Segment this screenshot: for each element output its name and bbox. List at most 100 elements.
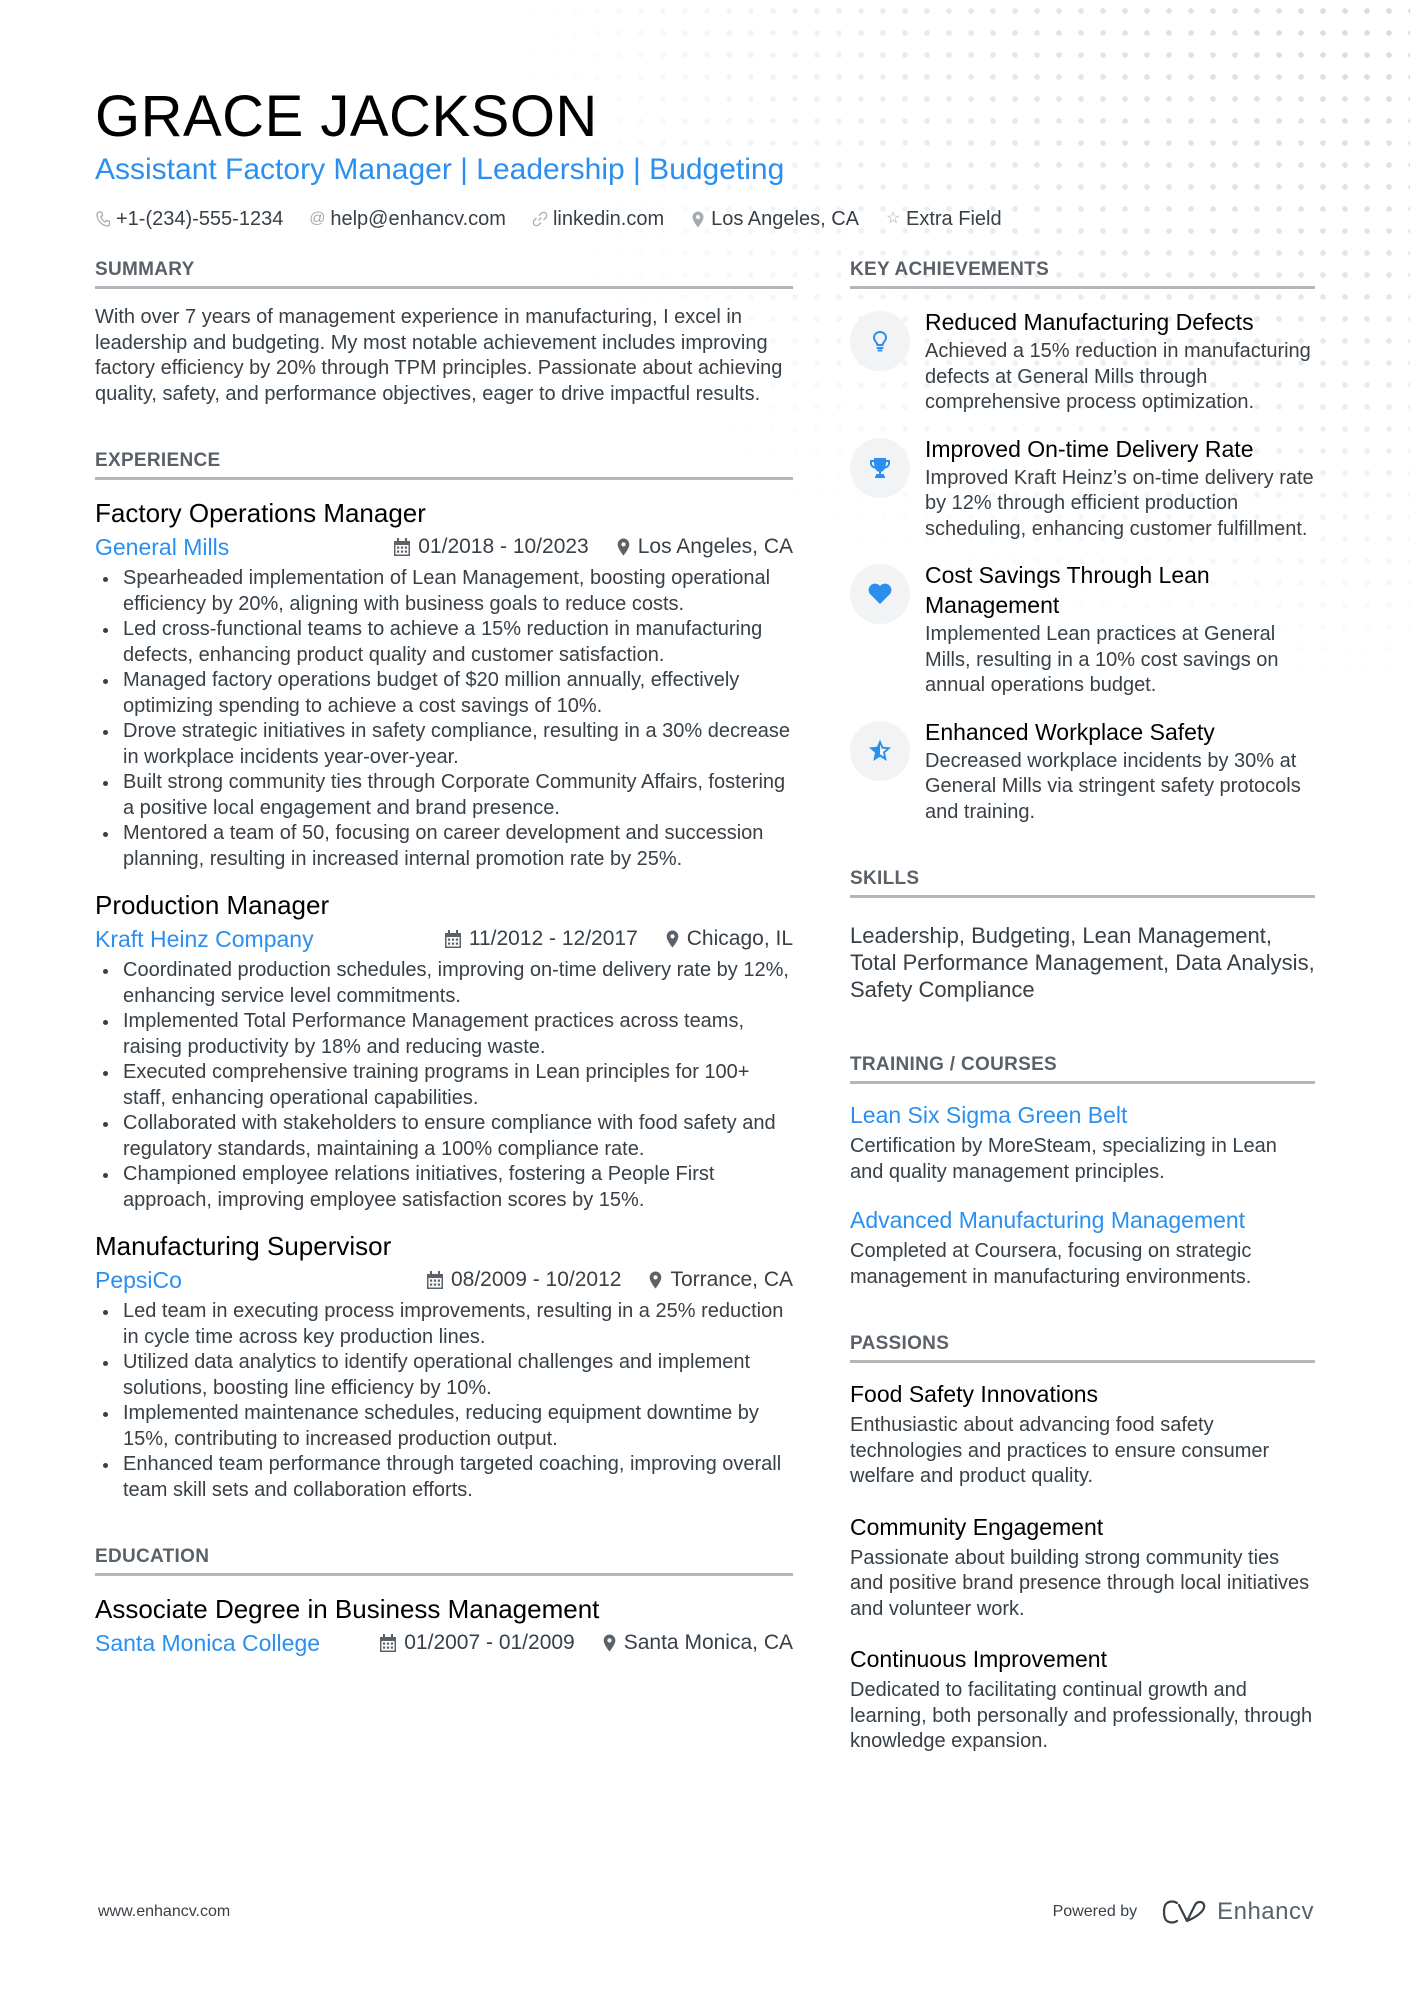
training-section: TRAINING / COURSES Lean Six Sigma Green …	[850, 1053, 1315, 1290]
job-title: Manufacturing Supervisor	[95, 1231, 392, 1261]
job-dates: 08/2009 - 10/2012	[426, 1268, 622, 1292]
heart-icon	[850, 564, 910, 624]
bullet-item: Championed employee relations initiative…	[95, 1162, 793, 1213]
achievement-title: Cost Savings Through Lean Management	[925, 562, 1210, 618]
bullet-item: Drove strategic initiatives in safety co…	[95, 719, 793, 770]
job-location: Los Angeles, CA	[617, 535, 793, 559]
passion-item: Community Engagement Passionate about bu…	[850, 1512, 1315, 1623]
achievement-item: Cost Savings Through Lean Management Imp…	[850, 560, 1315, 699]
skills-heading: SKILLS	[850, 867, 1315, 898]
education-section: EDUCATION Associate Degree in Business M…	[95, 1545, 793, 1658]
achievement-title: Enhanced Workplace Safety	[925, 718, 1215, 745]
contact-linkedin-text: linkedin.com	[552, 208, 665, 230]
company-name[interactable]: General Mills	[95, 532, 229, 562]
location-icon	[617, 538, 630, 556]
course-item: Lean Six Sigma Green Belt Certification …	[850, 1100, 1315, 1185]
company-name[interactable]: Kraft Heinz Company	[95, 924, 314, 954]
bullet-item: Enhanced team performance through target…	[95, 1452, 793, 1503]
summary-section: SUMMARY With over 7 years of management …	[95, 258, 793, 407]
at-icon: @	[309, 210, 326, 227]
summary-heading: SUMMARY	[95, 258, 793, 289]
achievement-desc: Achieved a 15% reduction in manufacturin…	[925, 340, 1311, 413]
contact-phone[interactable]: +1-(234)-555-1234	[95, 206, 283, 232]
course-item: Advanced Manufacturing Management Comple…	[850, 1205, 1315, 1290]
passion-desc: Enthusiastic about advancing food safety…	[850, 1414, 1270, 1487]
brand-name: Enhancv	[1217, 1898, 1314, 1925]
job-dates: 11/2012 - 12/2017	[444, 927, 638, 951]
achievement-item: Enhanced Workplace Safety Decreased work…	[850, 717, 1315, 826]
passion-title: Community Engagement	[850, 1513, 1104, 1540]
left-column: SUMMARY With over 7 years of management …	[95, 258, 793, 1658]
contact-email-text: help@enhancv.com	[330, 208, 506, 230]
degree-title: Associate Degree in Business Management	[95, 1594, 600, 1624]
job-location: Chicago, IL	[666, 927, 793, 951]
bullet-item: Utilized data analytics to identify oper…	[95, 1350, 793, 1401]
job-title: Factory Operations Manager	[95, 498, 426, 528]
location-icon	[603, 1634, 616, 1652]
bullet-item: Collaborated with stakeholders to ensure…	[95, 1111, 793, 1162]
calendar-icon	[444, 930, 461, 948]
passion-desc: Dedicated to facilitating continual grow…	[850, 1679, 1313, 1752]
powered-by-label: Powered by	[1052, 1903, 1138, 1920]
course-desc: Completed at Coursera, focusing on strat…	[850, 1240, 1252, 1288]
bullet-item: Managed factory operations budget of $20…	[95, 668, 793, 719]
experience-section: EXPERIENCE Factory Operations Manager Ge…	[95, 449, 793, 1503]
link-icon	[532, 211, 548, 227]
calendar-icon	[426, 1271, 443, 1289]
job-location: Torrance, CA	[649, 1268, 793, 1292]
contact-location: Los Angeles, CA	[690, 206, 859, 232]
education-location-text: Santa Monica, CA	[623, 1631, 793, 1654]
contact-extra: ☆ Extra Field	[885, 206, 1002, 232]
calendar-icon	[394, 538, 411, 556]
footer-website[interactable]: www.enhancv.com	[98, 1903, 230, 1921]
phone-icon	[95, 211, 111, 227]
experience-heading: EXPERIENCE	[95, 449, 793, 480]
job-dates: 01/2018 - 10/2023	[394, 535, 589, 559]
achievement-title: Improved On-time Delivery Rate	[925, 435, 1254, 462]
achievement-desc: Decreased workplace incidents by 30% at …	[925, 749, 1301, 823]
page-footer: www.enhancv.com Powered by Enhancv	[98, 1898, 1314, 1926]
job-dates-text: 08/2009 - 10/2012	[450, 1268, 622, 1291]
trophy-icon	[850, 437, 910, 498]
training-heading: TRAINING / COURSES	[850, 1053, 1315, 1084]
bullet-item: Led team in executing process improvemen…	[95, 1299, 793, 1350]
bullet-item: Built strong community ties through Corp…	[95, 770, 793, 821]
enhancv-logo[interactable]: Enhancv	[1161, 1898, 1314, 1926]
passions-heading: PASSIONS	[850, 1332, 1315, 1363]
achievement-item: Reduced Manufacturing Defects Achieved a…	[850, 307, 1315, 416]
star-icon	[850, 720, 910, 781]
contact-list: +1-(234)-555-1234 @ help@enhancv.com lin…	[95, 206, 1315, 232]
candidate-name: GRACE JACKSON	[95, 84, 598, 149]
resume-header: GRACE JACKSON Assistant Factory Manager …	[95, 86, 1315, 232]
education-dates: 01/2007 - 01/2009	[380, 1631, 575, 1655]
bullet-item: Implemented Total Performance Management…	[95, 1009, 793, 1060]
job-meta: PepsiCo 08/2009 - 10/2012 Torrance, CA	[95, 1265, 793, 1295]
powered-by: Powered by Enhancv	[1053, 1898, 1314, 1926]
contact-location-text: Los Angeles, CA	[711, 208, 859, 230]
job-location-text: Los Angeles, CA	[637, 535, 793, 558]
job-location-text: Torrance, CA	[670, 1268, 793, 1291]
education-dates-text: 01/2007 - 01/2009	[404, 1631, 575, 1654]
passion-item: Food Safety Innovations Enthusiastic abo…	[850, 1379, 1315, 1490]
passion-title: Food Safety Innovations	[850, 1381, 1099, 1407]
enhancv-logo-icon	[1162, 1900, 1206, 1924]
company-name[interactable]: PepsiCo	[95, 1265, 182, 1295]
job-dates-text: 11/2012 - 12/2017	[468, 927, 638, 950]
bullet-item: Executed comprehensive training programs…	[95, 1060, 793, 1111]
contact-linkedin[interactable]: linkedin.com	[532, 206, 664, 232]
bullet-item: Spearheaded implementation of Lean Manag…	[95, 566, 793, 617]
course-title[interactable]: Lean Six Sigma Green Belt	[850, 1100, 1315, 1130]
passions-section: PASSIONS Food Safety Innovations Enthusi…	[850, 1332, 1315, 1755]
passion-title: Continuous Improvement	[850, 1646, 1107, 1672]
job-bullets: Coordinated production schedules, improv…	[95, 958, 793, 1213]
job-meta: Kraft Heinz Company 11/2012 - 12/2017 Ch…	[95, 924, 793, 954]
resume-page: GRACE JACKSON Assistant Factory Manager …	[0, 0, 1410, 1995]
contact-email[interactable]: @ help@enhancv.com	[309, 206, 506, 232]
experience-item: Production Manager Kraft Heinz Company 1…	[95, 888, 793, 1213]
job-location-text: Chicago, IL	[686, 927, 793, 950]
education-heading: EDUCATION	[95, 1545, 793, 1576]
course-title[interactable]: Advanced Manufacturing Management	[850, 1205, 1315, 1235]
achievement-item: Improved On-time Delivery Rate Improved …	[850, 434, 1315, 543]
school-name[interactable]: Santa Monica College	[95, 1628, 320, 1658]
contact-extra-text: Extra Field	[905, 208, 1002, 230]
